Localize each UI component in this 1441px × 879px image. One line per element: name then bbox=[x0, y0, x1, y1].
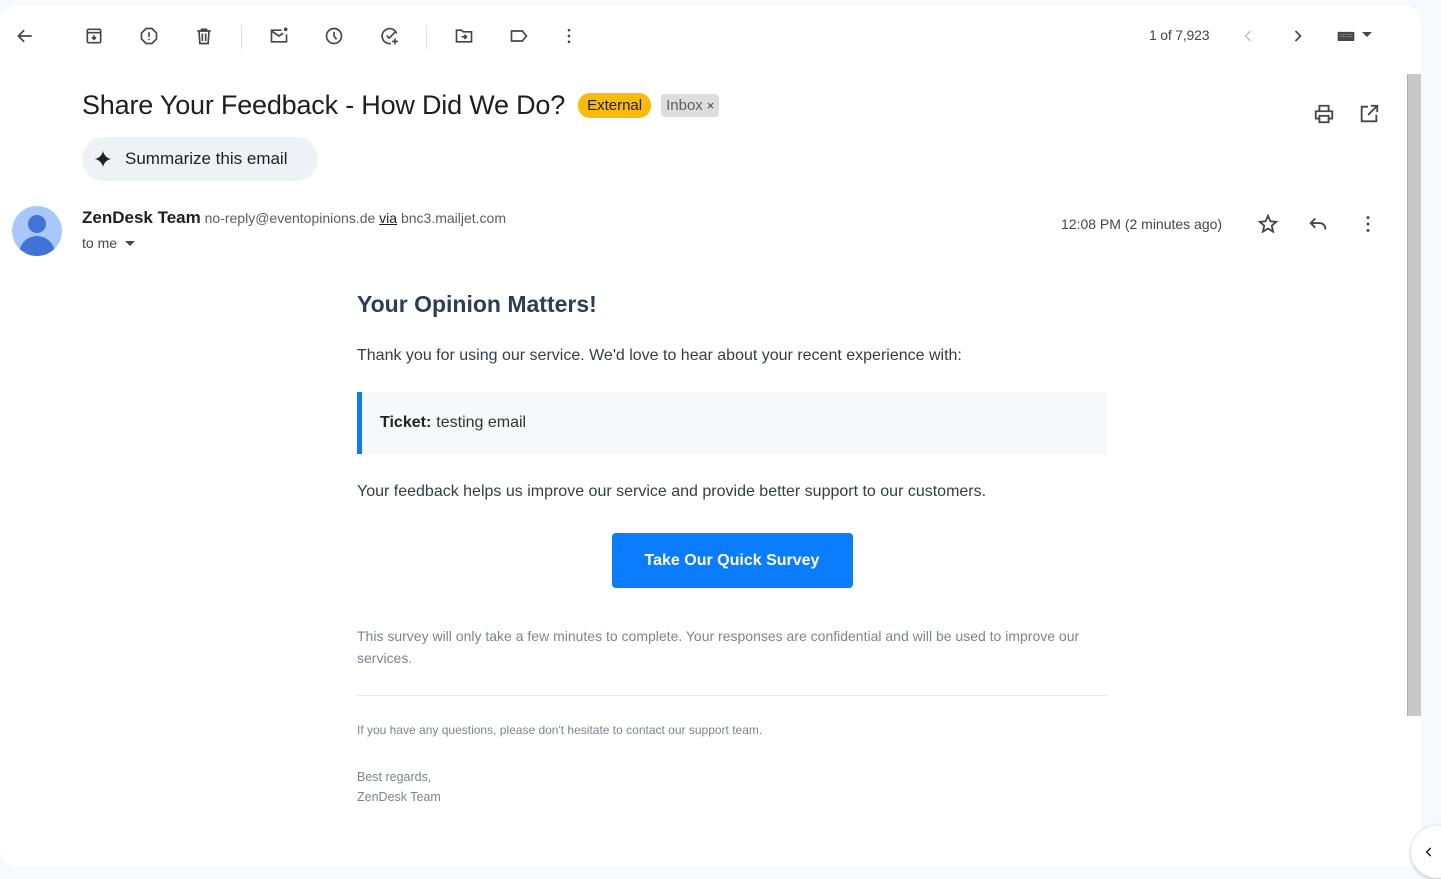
toolbar-divider bbox=[241, 25, 242, 49]
contact-text: If you have any questions, please don't … bbox=[357, 723, 763, 737]
survey-note: This survey will only take a few minutes… bbox=[357, 628, 1080, 666]
toolbar: 1 of 7,923 bbox=[0, 6, 1421, 66]
delete-icon bbox=[197, 28, 211, 45]
input-tools-button[interactable] bbox=[1328, 16, 1378, 56]
ticket-box: Ticket: testing email bbox=[357, 392, 1107, 454]
sender-email: no-reply@eventopinions.de bbox=[204, 210, 376, 226]
label-inbox: Inbox × bbox=[661, 94, 720, 117]
archive-icon bbox=[86, 28, 102, 44]
open-new-window-button[interactable] bbox=[1353, 98, 1385, 130]
label-inbox-text: Inbox bbox=[666, 97, 703, 114]
avatar-person-icon bbox=[28, 215, 46, 233]
open-in-new-icon bbox=[1360, 104, 1379, 123]
mark-unread-button[interactable] bbox=[259, 16, 299, 56]
delete-button[interactable] bbox=[184, 16, 224, 56]
move-to-button[interactable] bbox=[444, 16, 484, 56]
summarize-label: Summarize this email bbox=[125, 149, 288, 168]
chevron-down-icon bbox=[1362, 31, 1372, 37]
intro-text: Thank you for using our service. We'd lo… bbox=[357, 347, 962, 364]
sender-line: ZenDesk Team no-reply@eventopinions.de v… bbox=[82, 208, 506, 228]
pager-count: 1 of 7,923 bbox=[1149, 27, 1210, 43]
cta-wrapper: Take Our Quick Survey bbox=[357, 533, 1107, 588]
body-heading: Your Opinion Matters! bbox=[357, 291, 597, 317]
sender-avatar[interactable] bbox=[12, 206, 62, 256]
chevron-right-icon bbox=[1294, 30, 1302, 42]
mark-unread-icon bbox=[270, 27, 288, 43]
chevron-down-icon bbox=[125, 240, 136, 246]
back-button[interactable] bbox=[5, 16, 45, 56]
message-timestamp: 12:08 PM (2 minutes ago) bbox=[1061, 216, 1223, 232]
keyboard-icon bbox=[1337, 31, 1355, 41]
chevron-left-icon bbox=[1425, 847, 1432, 857]
more-vert-icon bbox=[1366, 216, 1370, 232]
snooze-icon bbox=[325, 27, 343, 45]
more-actions-button[interactable] bbox=[549, 16, 589, 56]
older-button[interactable] bbox=[1278, 16, 1318, 56]
signoff-line-2: ZenDesk Team bbox=[357, 790, 441, 804]
star-icon bbox=[1257, 213, 1279, 234]
remove-label-icon[interactable]: × bbox=[707, 98, 715, 113]
signoff-line-1: Best regards, bbox=[357, 770, 432, 784]
scrollbar-thumb[interactable] bbox=[1407, 74, 1421, 716]
snooze-button[interactable] bbox=[314, 16, 354, 56]
move-to-icon bbox=[455, 29, 473, 43]
newer-button[interactable] bbox=[1228, 16, 1268, 56]
email-view: 1 of 7,923 Share Your Feedback - How Did… bbox=[0, 6, 1421, 866]
star-button[interactable] bbox=[1252, 208, 1284, 240]
take-survey-button[interactable]: Take Our Quick Survey bbox=[611, 533, 853, 588]
archive-button[interactable] bbox=[74, 16, 114, 56]
message-more-button[interactable] bbox=[1352, 208, 1384, 240]
email-body: Your Opinion Matters! Thank you for usin… bbox=[357, 286, 1107, 807]
feedback-text: Your feedback helps us improve our servi… bbox=[357, 483, 987, 500]
reply-icon bbox=[1309, 217, 1327, 230]
back-arrow-icon bbox=[17, 29, 32, 43]
print-all-button[interactable] bbox=[1308, 98, 1340, 130]
reply-button[interactable] bbox=[1302, 208, 1334, 240]
more-vert-icon bbox=[567, 28, 571, 44]
sparkle-icon bbox=[94, 150, 112, 168]
sender-name[interactable]: ZenDesk Team bbox=[82, 208, 201, 227]
signoff: Best regards, ZenDesk Team bbox=[357, 767, 1107, 807]
label-button[interactable] bbox=[499, 16, 539, 56]
via-link[interactable]: via bbox=[379, 210, 397, 226]
ticket-value: testing email bbox=[436, 414, 527, 431]
add-to-tasks-icon bbox=[381, 27, 398, 45]
summarize-button[interactable]: Summarize this email bbox=[82, 137, 318, 181]
report-spam-button[interactable] bbox=[129, 16, 169, 56]
via-domain: bnc3.mailjet.com bbox=[400, 210, 507, 226]
print-icon bbox=[1314, 104, 1334, 124]
recipient-text: to me bbox=[82, 235, 118, 251]
label-icon bbox=[510, 30, 528, 42]
avatar-person-body bbox=[19, 236, 55, 256]
label-external: External bbox=[578, 93, 652, 118]
recipient-details-toggle[interactable]: to me bbox=[82, 235, 136, 251]
chevron-left-icon bbox=[1244, 30, 1252, 42]
subject-row: Share Your Feedback - How Did We Do? Ext… bbox=[82, 90, 720, 121]
toolbar-divider bbox=[426, 25, 427, 49]
divider bbox=[357, 695, 1107, 696]
ticket-label: Ticket: bbox=[380, 414, 432, 431]
email-subject: Share Your Feedback - How Did We Do? bbox=[82, 90, 566, 120]
add-to-tasks-button[interactable] bbox=[370, 16, 410, 56]
report-spam-icon bbox=[140, 27, 158, 45]
